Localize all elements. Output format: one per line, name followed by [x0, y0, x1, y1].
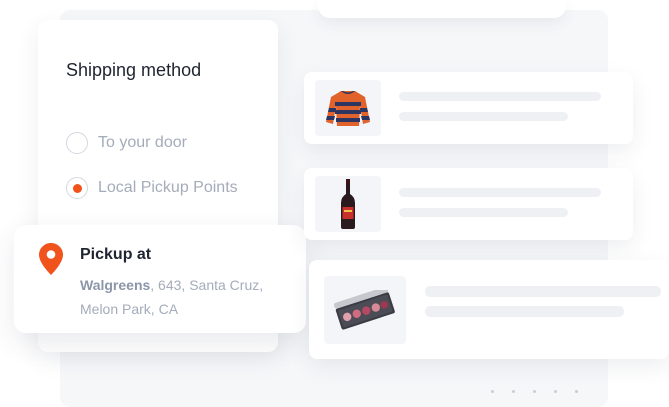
product-card[interactable] [309, 260, 669, 359]
product-thumb [324, 276, 406, 344]
pickup-store: Walgreens [80, 277, 151, 293]
radio-to-your-door[interactable] [66, 132, 88, 154]
pickup-address: Walgreens, 643, Santa Cruz, Melon Park, … [80, 273, 295, 321]
placeholder-line [399, 92, 601, 101]
placeholder-line [425, 286, 661, 297]
placeholder-line [399, 208, 568, 217]
makeup-palette-icon [333, 290, 395, 330]
pickup-heading: Pickup at [80, 246, 152, 263]
pagination-dots [491, 390, 578, 393]
product-thumb [315, 176, 381, 232]
product-card[interactable] [304, 72, 633, 144]
placeholder-line [399, 188, 601, 197]
option-to-your-door[interactable]: To your door [66, 131, 187, 155]
product-card[interactable] [304, 168, 633, 240]
option-local-pickup[interactable]: Local Pickup Points [66, 176, 238, 200]
option-label: To your door [98, 134, 187, 151]
top-card-edge [318, 0, 566, 18]
shipping-method-title: Shipping method [66, 60, 202, 80]
sweater-icon [326, 91, 370, 126]
radio-local-pickup[interactable] [66, 177, 88, 199]
product-thumb [315, 80, 381, 136]
option-label: Local Pickup Points [98, 179, 238, 196]
location-pin-icon [39, 243, 63, 275]
placeholder-line [399, 112, 568, 121]
wine-bottle-icon [341, 179, 355, 229]
placeholder-line [425, 306, 624, 317]
pickup-card: Pickup at Walgreens, 643, Santa Cruz, Me… [14, 225, 306, 333]
